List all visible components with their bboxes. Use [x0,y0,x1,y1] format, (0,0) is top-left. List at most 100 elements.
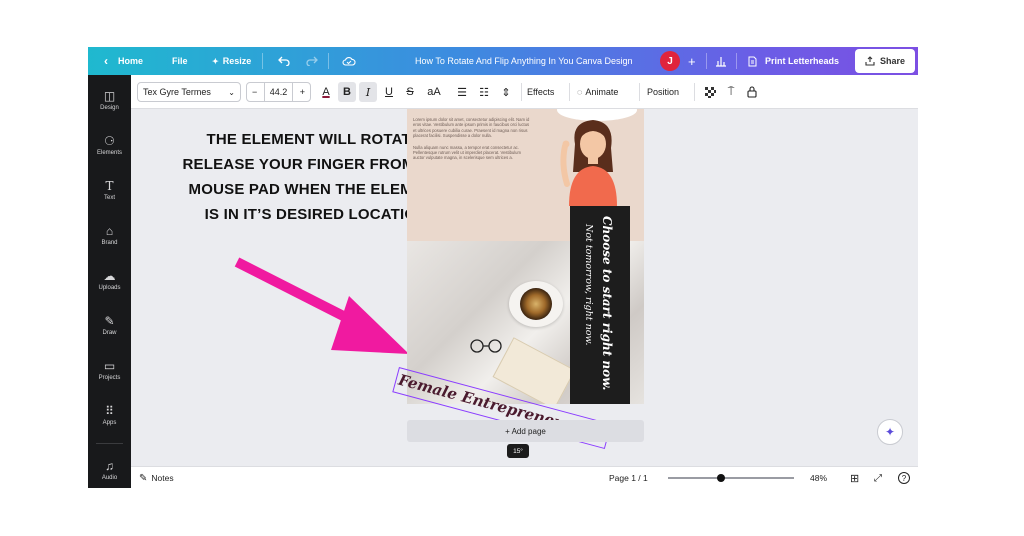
bold-icon: B [343,86,351,98]
undo-button[interactable] [278,47,290,75]
lorem-paragraph-2: Nulla aliquam nunc massa, a tempor erat … [413,144,521,161]
share-icon [865,56,875,66]
document-icon [748,56,757,66]
avatar[interactable]: J [660,51,680,71]
lorem-paragraphs: Lorem ipsum dolor sit amet, consectetur … [413,117,533,161]
add-collaborator-button[interactable]: + [688,47,696,75]
help-button[interactable]: ? [898,467,910,488]
divider [328,53,329,69]
position-button[interactable]: Position [647,75,679,109]
zoom-slider-thumb[interactable] [716,474,725,482]
divider [569,83,570,101]
layout-icon: ◫ [103,89,116,103]
cloud-save-button[interactable] [342,47,356,75]
coffee-cup [509,281,563,327]
strikethrough-icon: S [406,86,414,98]
resize-button[interactable]: ✦ Resize [212,47,251,75]
share-button[interactable]: Share [855,49,915,73]
grid-view-button[interactable]: ⊞ [850,467,859,488]
spacing-button[interactable]: ⇕ [497,82,515,102]
page-indicator[interactable]: Page 1 / 1 [609,467,648,488]
paint-format-button[interactable]: ⍑ [722,82,740,102]
font-size-stepper[interactable]: − 44.2 + [246,82,311,102]
position-label: Position [647,87,680,97]
sidebar-item-elements[interactable]: ⚆ Elements [88,134,131,156]
folder-icon: ▭ [103,359,116,373]
shapes-icon: ⚆ [104,134,115,148]
align-button[interactable]: ☰ [453,82,471,102]
align-left-icon: ☰ [457,86,467,99]
glasses-icon [470,339,502,353]
list-icon: ☷ [479,86,489,99]
page-indicator-text: Page 1 / 1 [609,473,648,483]
list-button[interactable]: ☷ [475,82,493,102]
redo-button[interactable] [306,47,318,75]
strikethrough-button[interactable]: S [401,82,419,102]
text-toolbar: Tex Gyre Termes ⌄ − 44.2 + A B I U S aA … [131,75,918,109]
left-sidebar: ◫ Design ⚆ Elements T Text ⌂ Brand ☁ Upl… [88,75,131,488]
sidebar-item-audio[interactable]: ♫ Audio [88,459,131,481]
sidebar-item-design[interactable]: ◫ Design [88,89,131,111]
sidebar-item-projects[interactable]: ▭ Projects [88,359,131,381]
divider [639,83,640,101]
text-color-button[interactable]: A [317,82,335,102]
add-page-button[interactable]: + Add page [407,420,644,442]
underline-icon: U [385,86,393,98]
avatar-initial: J [667,55,673,67]
sidebar-item-brand[interactable]: ⌂ Brand [88,224,131,246]
chevron-down-icon: ⌄ [228,87,235,97]
sidebar-item-text[interactable]: T Text [88,179,131,201]
sidebar-item-draw[interactable]: ✎ Draw [88,314,131,336]
sidebar-item-uploads[interactable]: ☁ Uploads [88,269,131,291]
text-icon: T [105,179,114,193]
quote-panel[interactable]: Choose to start right now. Not tomorrow,… [570,206,630,404]
bar-chart-icon [716,56,726,67]
doc-title-text: How To Rotate And Flip Anything In You C… [415,56,633,66]
fullscreen-button[interactable]: ⤢ [874,467,882,488]
document-title[interactable]: How To Rotate And Flip Anything In You C… [415,47,632,75]
sidebar-item-label: Audio [101,475,118,481]
italic-button[interactable]: I [359,82,377,102]
animate-button[interactable]: ◌ Animate [577,75,618,109]
bold-button[interactable]: B [338,82,356,102]
letter-case-button[interactable]: aA [423,82,445,102]
grid-icon: ⊞ [850,472,860,485]
insights-button[interactable] [715,47,727,75]
share-label: Share [879,56,905,66]
notes-label: Notes [151,473,174,483]
sidebar-item-label: Text [103,195,115,201]
design-canvas[interactable]: THE ELEMENT WILL ROTATE. RELEASE YOUR FI… [131,109,918,466]
rotation-value: 15° [513,447,523,455]
zoom-slider[interactable] [668,474,794,482]
sidebar-item-label: Draw [102,330,117,336]
paint-roller-icon: ⍑ [727,85,735,98]
pen-icon: ✎ [104,314,115,328]
increase-size-button[interactable]: + [295,87,310,97]
font-name: Tex Gyre Termes [143,87,211,97]
transparency-button[interactable] [701,82,719,102]
lock-button[interactable] [743,82,761,102]
apps-icon: ⠿ [105,404,114,418]
zoom-level[interactable]: 48% [810,467,827,488]
file-menu[interactable]: File [172,47,188,75]
design-page[interactable]: Lorem ipsum dolor sit amet, consectetur … [407,109,644,404]
font-size-value[interactable]: 44.2 [263,83,294,101]
help-icon: ? [898,472,910,484]
effects-button[interactable]: Effects [527,75,554,109]
rotation-badge: 15° [507,444,529,458]
brand-icon: ⌂ [105,224,114,238]
decrease-size-button[interactable]: − [247,87,262,97]
underline-button[interactable]: U [380,82,398,102]
vertical-quote: Choose to start right now. Not tomorrow,… [570,206,630,404]
home-button[interactable]: ‹ Home [104,47,143,75]
divider [694,83,695,101]
font-family-select[interactable]: Tex Gyre Termes ⌄ [137,82,241,102]
notes-button[interactable]: ✎ Notes [139,467,174,488]
lock-icon [747,86,757,98]
magic-assistant-button[interactable]: ✦ [877,419,903,445]
sidebar-item-apps[interactable]: ⠿ Apps [88,404,131,426]
zoom-level-text: 48% [810,473,828,483]
sidebar-item-label: Elements [96,150,122,156]
divider [706,53,707,69]
print-button[interactable]: Print Letterheads [748,47,839,75]
